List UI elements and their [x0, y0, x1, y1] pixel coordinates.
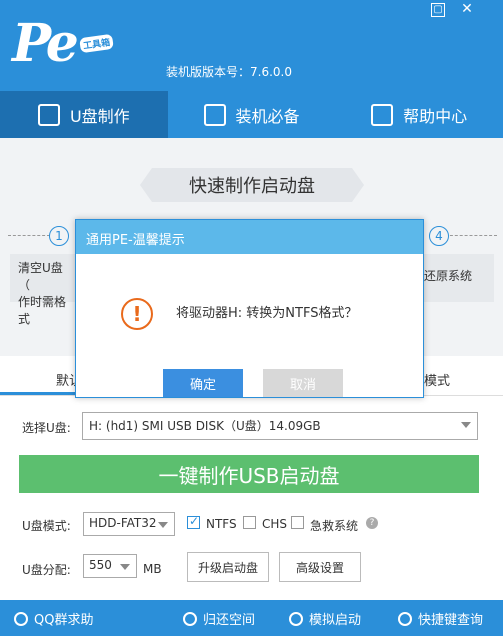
alloc-unit: MB: [143, 562, 162, 576]
logo-badge: 工具箱: [79, 33, 114, 54]
rescue-checkbox[interactable]: [291, 516, 304, 529]
shortcut-label: 快捷键查询: [418, 613, 484, 628]
tab-udisk-make[interactable]: U盘制作: [0, 91, 168, 138]
tab-label: U盘制作: [69, 106, 130, 126]
qq-icon: [14, 611, 28, 626]
question-icon[interactable]: ?: [366, 517, 378, 529]
qq-label: QQ群求助: [34, 613, 94, 628]
select-udisk-label: 选择U盘:: [22, 421, 71, 435]
ntfs-checkbox[interactable]: [187, 514, 200, 529]
simulate-boot-link[interactable]: 模拟启动: [289, 609, 361, 628]
udisk-value: H: (hd1) SMI USB DISK（U盘）14.09GB: [89, 419, 321, 433]
grid-icon: [203, 103, 226, 126]
shortcut-query-link[interactable]: 快捷键查询: [398, 609, 483, 628]
version-label: 装机版版本号：7.6.0.0: [166, 65, 292, 79]
qq-help-link[interactable]: QQ群求助: [14, 609, 93, 628]
tab-label: 装机必备: [235, 106, 300, 126]
search-icon: [398, 611, 412, 626]
confirm-dialog: 通用PE-温馨提示 ! 将驱动器H: 转换为NTFS格式？ 确定 取消: [75, 219, 424, 398]
help-icon: [371, 103, 394, 126]
tab-help-center[interactable]: 帮助中心: [335, 91, 503, 138]
step-number-1: 1: [49, 226, 69, 246]
udisk-select[interactable]: H: (hd1) SMI USB DISK（U盘）14.09GB: [82, 412, 478, 440]
app-header: Pe 工具箱 装机版版本号：7.6.0.0 ▢ ✕: [0, 0, 503, 91]
step4-box: 还原系统: [424, 254, 494, 302]
alloc-select[interactable]: 550: [83, 554, 137, 578]
step1-line1: 清空U盘（: [18, 261, 63, 292]
footer-bar: QQ群求助 归还空间 模拟启动 快捷键查询: [0, 600, 503, 636]
restore-space-link[interactable]: 归还空间: [183, 609, 255, 628]
step4-text: 还原系统: [424, 269, 473, 283]
main-tabs: U盘制作 装机必备 帮助中心: [0, 91, 503, 138]
advanced-settings-button[interactable]: 高级设置: [279, 552, 361, 582]
dialog-title: 通用PE-温馨提示: [76, 220, 423, 254]
usb-icon: [37, 103, 60, 126]
tab-install-essentials[interactable]: 装机必备: [168, 91, 336, 138]
chevron-down-icon: [461, 422, 471, 428]
chevron-down-icon: [158, 522, 168, 528]
close-icon[interactable]: ✕: [460, 2, 474, 17]
udisk-mode-label: U盘模式:: [22, 519, 71, 533]
rescue-label: 急救系统: [310, 519, 359, 533]
restore-label: 归还空间: [203, 613, 256, 628]
make-usb-button[interactable]: 一键制作USB启动盘: [19, 455, 479, 493]
logo-text: Pe: [12, 13, 79, 74]
maximize-icon[interactable]: ▢: [431, 3, 445, 17]
subtab-mode[interactable]: 模式: [424, 370, 450, 389]
confirm-button[interactable]: 确定: [163, 369, 243, 397]
chs-checkbox[interactable]: [243, 516, 256, 529]
section-ribbon: 快速制作启动盘: [140, 168, 364, 202]
restore-icon: [183, 611, 197, 626]
upgrade-button[interactable]: 升级启动盘: [187, 552, 269, 582]
step-divider: [445, 235, 497, 236]
step-divider: [8, 235, 50, 236]
warning-icon: !: [121, 298, 153, 330]
chs-label: CHS: [262, 517, 288, 531]
step1-box: 清空U盘（ 作时需格式: [10, 254, 76, 326]
dialog-message: 将驱动器H: 转换为NTFS格式？: [176, 306, 358, 321]
step1-line2: 作时需格式: [18, 295, 67, 326]
ntfs-label: NTFS: [206, 517, 237, 531]
tab-label: 帮助中心: [403, 106, 468, 126]
alloc-value: 550: [89, 558, 112, 572]
monitor-icon: [289, 611, 303, 626]
chevron-down-icon: [120, 564, 130, 570]
app-logo: Pe 工具箱: [12, 14, 122, 80]
simulate-label: 模拟启动: [309, 613, 362, 628]
cancel-button[interactable]: 取消: [263, 369, 343, 397]
mode-value: HDD-FAT32: [89, 516, 157, 530]
step-number-4: 4: [429, 226, 449, 246]
mode-select[interactable]: HDD-FAT32: [83, 512, 175, 536]
alloc-label: U盘分配:: [22, 563, 71, 577]
subtab-underline: [0, 392, 82, 395]
